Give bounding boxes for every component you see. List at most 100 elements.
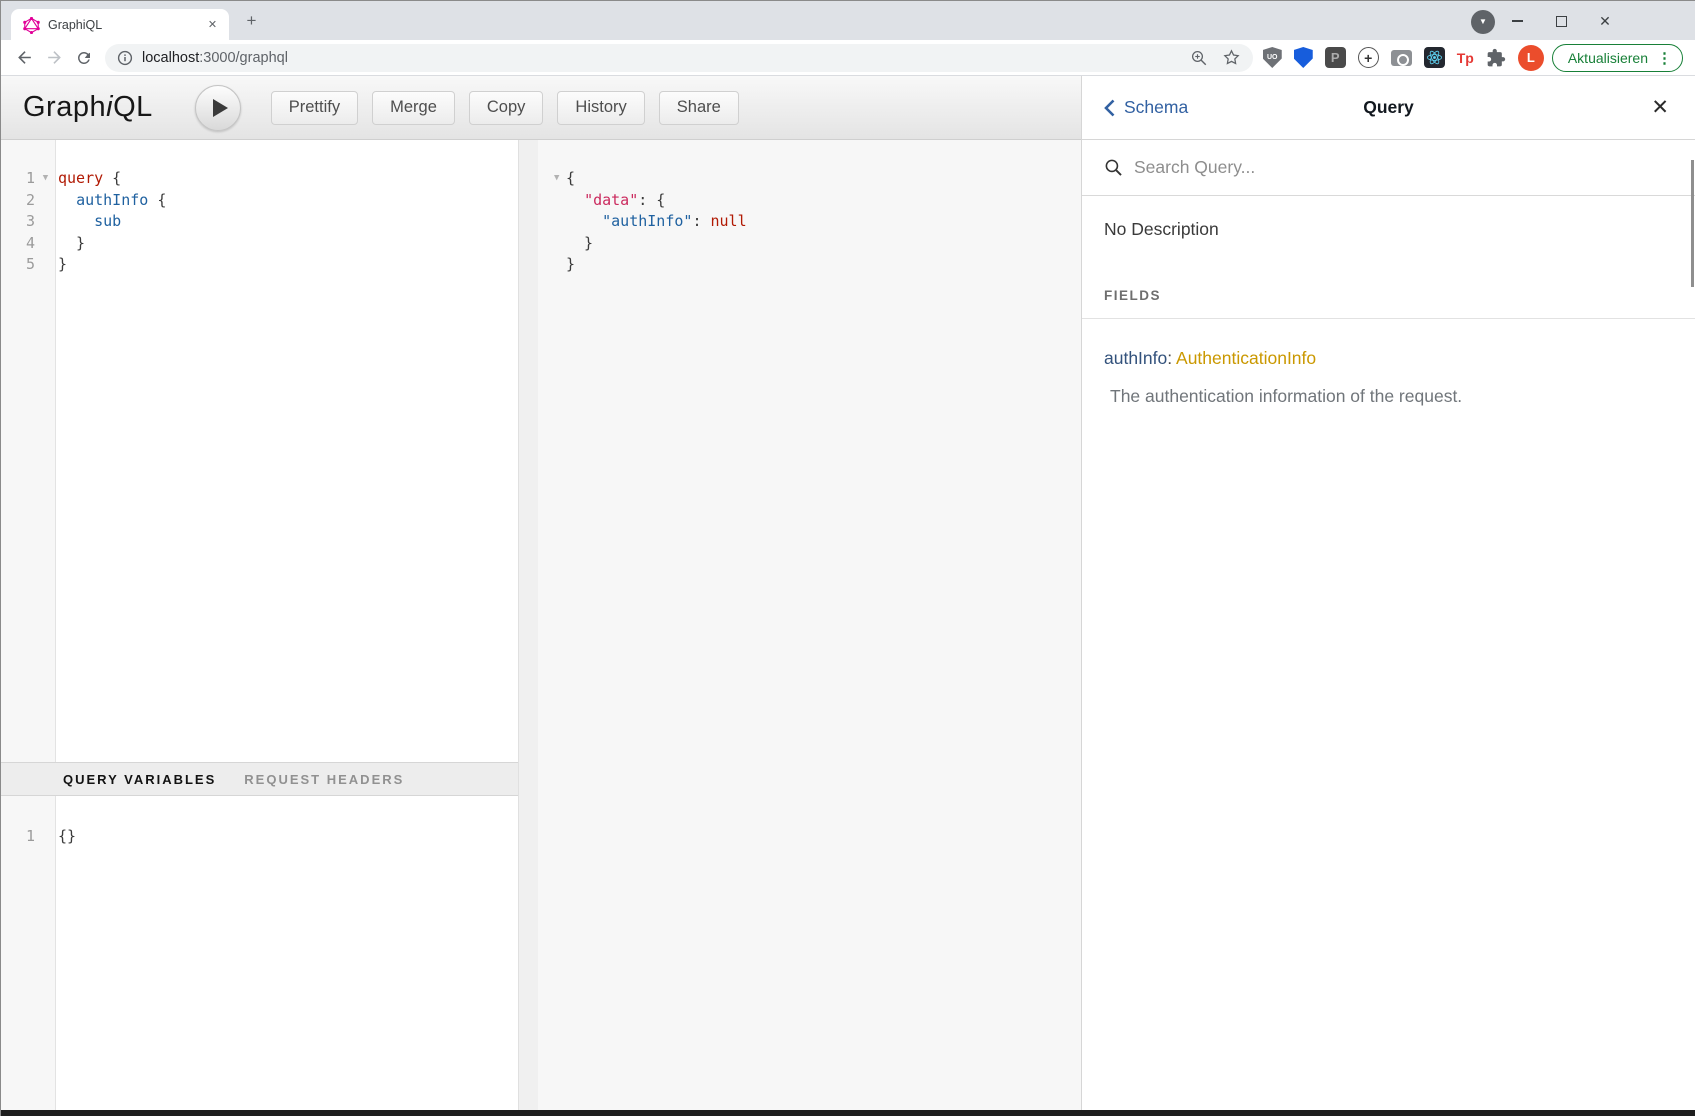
tab-request-headers[interactable]: REQUEST HEADERS [244,772,404,787]
line-number: 4 [1,233,39,255]
window-controls [1495,1,1627,41]
window-bottom-edge [1,1110,1695,1116]
fold-column [538,254,560,276]
code-text: sub [52,211,121,233]
line-number: 1 [1,826,39,848]
code-text: } [560,254,575,276]
execute-button[interactable] [195,85,241,131]
code-line: "data": { [538,190,1081,212]
doc-search-input[interactable] [1134,157,1673,178]
doc-field-name-link[interactable]: authInfo [1104,348,1167,368]
code-text: query { [52,168,121,190]
query-editor[interactable]: 1▼query {2 authInfo {3 sub4 }5} [1,140,518,762]
code-text: } [560,233,593,255]
merge-button[interactable]: Merge [372,91,455,125]
code-line: 1 {} [1,826,518,848]
camera-icon[interactable] [1391,50,1412,66]
minimize-button[interactable] [1495,1,1539,41]
code-text: { [560,168,575,190]
graphiql-logo: GraphiQL [23,91,153,124]
address-bar[interactable]: localhost:3000/graphql [105,44,1253,72]
fold-arrow-icon[interactable]: ▼ [538,168,560,190]
line-number: 1 [1,168,39,190]
tp-icon[interactable]: Tp [1457,50,1474,66]
code-line: } [538,233,1081,255]
zoom-indicator-icon[interactable] [1190,49,1208,67]
doc-fields-heading: FIELDS [1082,288,1695,319]
browser-tab[interactable]: GraphiQL [11,9,229,41]
editor-column: 1▼query {2 authInfo {3 sub4 }5} QUERY VA… [1,140,519,1110]
code-line: } [538,254,1081,276]
graphiql-left-column: GraphiQL Prettify Merge Copy History Sha… [1,76,1081,1110]
query-code[interactable]: 1▼query {2 authInfo {3 sub4 }5} [1,140,518,276]
graphiql-toolbar: GraphiQL Prettify Merge Copy History Sha… [1,76,1081,140]
tab-close-icon[interactable] [204,17,221,34]
forward-button[interactable] [39,43,69,73]
doc-scrollbar-thumb[interactable] [1691,160,1694,287]
doc-close-icon[interactable] [1651,95,1669,120]
browser-toolbar: localhost:3000/graphql UO P [1,40,1695,76]
new-tab-button[interactable] [243,13,260,30]
extensions-row: UO P Tp L [1263,45,1552,71]
back-button[interactable] [9,43,39,73]
doc-back-link[interactable]: Schema [1104,97,1188,118]
profile-avatar[interactable]: L [1518,45,1544,71]
bitwarden-icon[interactable] [1294,47,1313,68]
copy-button[interactable]: Copy [469,91,544,125]
play-icon [213,99,228,117]
ublock-origin-icon[interactable]: UO [1263,47,1282,68]
url-text: localhost:3000/graphql [142,50,1180,66]
titlebar-chevron-icon[interactable] [1471,10,1495,34]
doc-type-description: No Description [1082,196,1695,240]
fold-column [538,190,560,212]
line-number: 3 [1,211,39,233]
page-info-icon[interactable] [117,50,133,66]
result-pane: ▼{ "data": { "authInfo": null }} [538,140,1081,1110]
code-text: {} [52,826,76,848]
close-window-button[interactable] [1583,1,1627,41]
update-menu-dots-icon[interactable] [1657,49,1672,67]
variables-editor[interactable]: 1 {} [1,796,518,1110]
extensions-puzzle-icon[interactable] [1486,48,1506,68]
editors-area: 1▼query {2 authInfo {3 sub4 }5} QUERY VA… [1,140,1081,1110]
code-text: "authInfo": null [560,211,747,233]
update-button-label: Aktualisieren [1568,50,1648,66]
update-button[interactable]: Aktualisieren [1552,44,1683,72]
p-square-icon[interactable]: P [1325,47,1346,68]
bookmark-star-icon[interactable] [1222,48,1241,67]
history-button[interactable]: History [557,91,644,125]
fold-column [39,826,52,848]
tab-title: GraphiQL [48,18,204,32]
react-devtools-icon[interactable] [1424,47,1445,68]
variables-tab-bar: QUERY VARIABLES REQUEST HEADERS [1,762,518,796]
tab-query-variables[interactable]: QUERY VARIABLES [63,772,216,787]
move-circle-icon[interactable] [1358,47,1379,68]
share-button[interactable]: Share [659,91,739,125]
doc-type-name-link[interactable]: AuthenticationInfo [1176,348,1316,368]
fold-arrow-icon[interactable]: ▼ [39,168,52,190]
fold-column [538,211,560,233]
code-line: "authInfo": null [538,211,1081,233]
code-line: 1▼query { [1,168,518,190]
reload-button[interactable] [69,43,99,73]
code-text: "data": { [560,190,665,212]
pane-resize-handle[interactable] [519,140,538,1110]
code-text: authInfo { [52,190,166,212]
graphql-favicon [23,17,40,34]
prettify-button[interactable]: Prettify [271,91,358,125]
chevron-left-icon [1104,99,1115,117]
graphiql-app: GraphiQL Prettify Merge Copy History Sha… [1,76,1695,1110]
line-number: 5 [1,254,39,276]
doc-explorer: Query Schema No Description FIELDS [1081,76,1695,1110]
result-code: ▼{ "data": { "authInfo": null }} [538,140,1081,276]
fold-column [538,233,560,255]
fold-column [39,211,52,233]
code-line: 3 sub [1,211,518,233]
variables-code[interactable]: 1 {} [1,796,518,848]
code-text: } [52,233,85,255]
code-line: 2 authInfo { [1,190,518,212]
maximize-button[interactable] [1539,1,1583,41]
fold-column [39,254,52,276]
browser-window: GraphiQL localhost:3000/graphql [0,0,1695,1116]
code-line: ▼{ [538,168,1081,190]
